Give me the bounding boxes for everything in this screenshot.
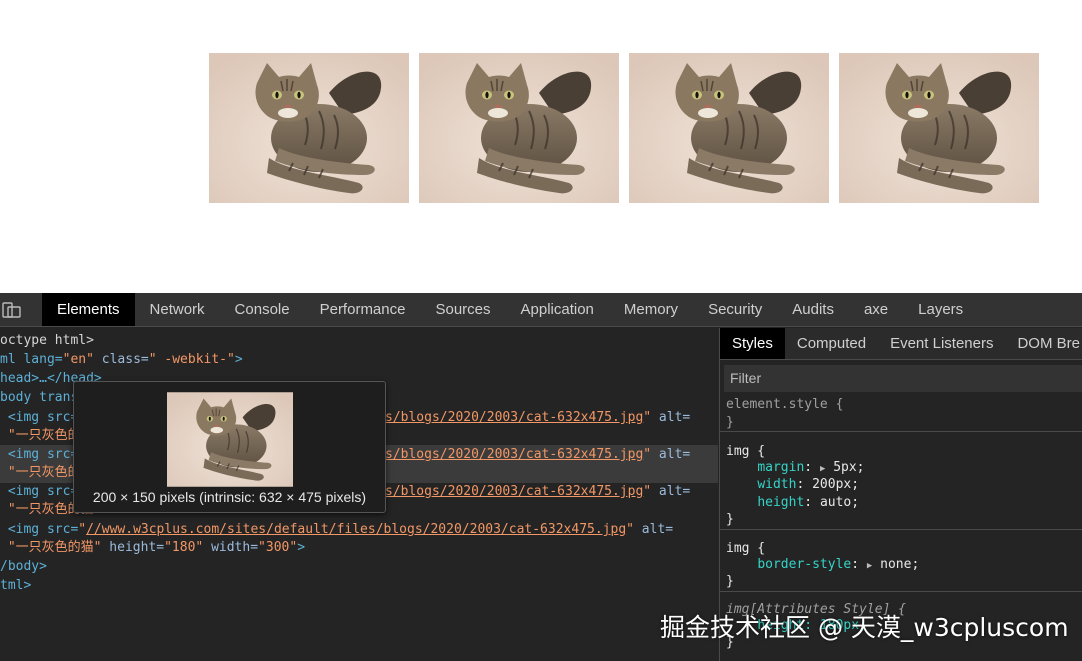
element-style-rule[interactable]: element.style { } <box>720 396 1082 432</box>
tab-styles[interactable]: Styles <box>720 328 785 359</box>
width-attr: width= <box>203 540 259 555</box>
dom-line-doctype[interactable]: octype html> <box>0 332 94 350</box>
tab-computed[interactable]: Computed <box>785 328 878 359</box>
device-toolbar-button[interactable] <box>0 293 42 326</box>
watermark: 掘金技术社区 @ 天漠_w3cpluscom <box>660 613 1069 642</box>
devtools-toolbar: Elements Network Console Performance Sou… <box>0 293 1082 327</box>
tab-application[interactable]: Application <box>506 293 609 326</box>
alt-value: "一只灰色的猫" <box>7 540 102 555</box>
cat-photo-icon <box>839 53 1039 203</box>
dom-line-body[interactable]: body trans <box>0 389 78 407</box>
cat-image-3[interactable] <box>629 53 829 203</box>
css-prop-border-style[interactable]: border-style <box>757 557 851 572</box>
tab-event-listeners[interactable]: Event Listeners <box>878 328 1005 359</box>
img-1-src-tail[interactable]: s/blogs/2020/2003/cat-632x475.jpg" alt= <box>385 409 690 427</box>
dom-line-body-close[interactable]: /body> <box>0 558 47 576</box>
css-value-margin[interactable]: 5px; <box>833 460 864 475</box>
height-attr: height= <box>101 540 165 555</box>
img-tag: <img src= <box>7 447 79 462</box>
cat-photo-icon <box>167 392 293 487</box>
rule-selector: img { <box>726 541 766 556</box>
cat-image-4[interactable] <box>839 53 1039 203</box>
dom-line-img-4[interactable]: <img src="//www.w3cplus.com/sites/defaul… <box>0 521 673 539</box>
width-value: "300" <box>258 540 298 555</box>
tab-security[interactable]: Security <box>693 293 777 326</box>
css-value-width[interactable]: 200px; <box>812 477 859 492</box>
html-tag-end: > <box>234 352 243 367</box>
dom-line-html-close[interactable]: tml> <box>0 577 31 595</box>
body-tag: body trans <box>0 390 79 405</box>
src-quote: " <box>78 522 87 537</box>
sidebar-tabs: Styles Computed Event Listeners DOM Bre <box>720 328 1082 360</box>
tab-axe[interactable]: axe <box>849 293 903 326</box>
css-prop-width[interactable]: width <box>757 477 796 492</box>
img-src-link[interactable]: s/blogs/2020/2003/cat-632x475.jpg <box>385 484 643 499</box>
tab-network[interactable]: Network <box>135 293 220 326</box>
css-prop-margin[interactable]: margin <box>757 460 804 475</box>
dom-line-img-2[interactable]: <img src= <box>0 446 78 464</box>
cat-image-1[interactable] <box>209 53 409 203</box>
tooltip-caption: 200 × 150 pixels (intrinsic: 632 × 475 p… <box>92 489 367 505</box>
tab-audits[interactable]: Audits <box>777 293 849 326</box>
tab-performance[interactable]: Performance <box>305 293 421 326</box>
html-tag: ml lang= <box>0 352 63 367</box>
alt-attr: alt= <box>633 522 674 537</box>
html-close-tag: tml> <box>0 578 32 593</box>
rule-close: } <box>726 414 734 430</box>
cat-photo-icon <box>209 53 409 203</box>
class-value: " -webkit-" <box>148 352 235 367</box>
device-mode-icon <box>2 301 21 318</box>
cat-image-2[interactable] <box>419 53 619 203</box>
img-src-link[interactable]: s/blogs/2020/2003/cat-632x475.jpg <box>385 447 643 462</box>
tooltip-thumbnail <box>167 392 293 487</box>
image-preview-tooltip: 200 × 150 pixels (intrinsic: 632 × 475 p… <box>73 381 386 513</box>
rule-selector: img { <box>726 444 766 459</box>
tab-dom-breakpoints[interactable]: DOM Bre <box>1005 328 1082 359</box>
alt-value: "一只灰色的 <box>7 465 81 480</box>
alt-attr: alt= <box>651 410 691 425</box>
page-preview <box>0 0 1082 293</box>
tab-layers[interactable]: Layers <box>903 293 978 326</box>
height-value: "180" <box>164 540 204 555</box>
cat-photo-icon <box>419 53 619 203</box>
img-tag: <img src= <box>7 484 79 499</box>
img-src-link[interactable]: //www.w3cplus.com/sites/default/files/bl… <box>86 522 626 537</box>
css-value-height[interactable]: auto; <box>820 495 859 510</box>
img-tag: <img src= <box>7 410 79 425</box>
alt-attr: alt= <box>651 447 691 462</box>
dom-line-img-2-alt[interactable]: "一只灰色的 <box>0 464 81 482</box>
dom-line-img-1[interactable]: <img src= <box>0 409 78 427</box>
tab-memory[interactable]: Memory <box>609 293 693 326</box>
css-value-border-style[interactable]: none; <box>880 557 919 572</box>
img-3-src-tail[interactable]: s/blogs/2020/2003/cat-632x475.jpg" alt= <box>385 483 690 501</box>
cat-photo-icon <box>629 53 829 203</box>
img-rule-2[interactable]: img { border-style: ▶ none; } <box>720 538 1082 592</box>
alt-value: "一只灰色的 <box>7 428 81 443</box>
element-style-selector: element.style { <box>726 397 844 412</box>
tab-elements[interactable]: Elements <box>42 293 135 326</box>
img-rule-1[interactable]: img { margin: ▶ 5px; width: 200px; heigh… <box>720 441 1082 530</box>
tab-console[interactable]: Console <box>220 293 305 326</box>
lang-value: "en" <box>62 352 94 367</box>
tab-sources[interactable]: Sources <box>420 293 505 326</box>
css-prop-height[interactable]: height <box>757 495 804 510</box>
img-tag: <img src= <box>7 522 79 537</box>
styles-filter-input[interactable]: Filter <box>724 365 1082 392</box>
body-close-tag: /body> <box>0 559 47 574</box>
dom-line-img-4-alt[interactable]: "一只灰色的猫" height="180" width="300"> <box>0 539 305 557</box>
class-attr: class= <box>93 352 149 367</box>
rule-close: } <box>726 512 734 527</box>
tag-close: > <box>297 540 306 555</box>
dom-line-img-1-alt[interactable]: "一只灰色的 <box>0 427 81 445</box>
dom-line-img-3[interactable]: <img src= <box>0 483 78 501</box>
dom-line-html[interactable]: ml lang="en" class=" -webkit-"> <box>0 351 243 369</box>
img-2-src-tail[interactable]: s/blogs/2020/2003/cat-632x475.jpg" alt= <box>385 446 690 464</box>
img-src-link[interactable]: s/blogs/2020/2003/cat-632x475.jpg <box>385 410 643 425</box>
rule-close: } <box>726 574 734 589</box>
alt-attr: alt= <box>651 484 691 499</box>
doctype-text: octype html> <box>0 333 94 348</box>
